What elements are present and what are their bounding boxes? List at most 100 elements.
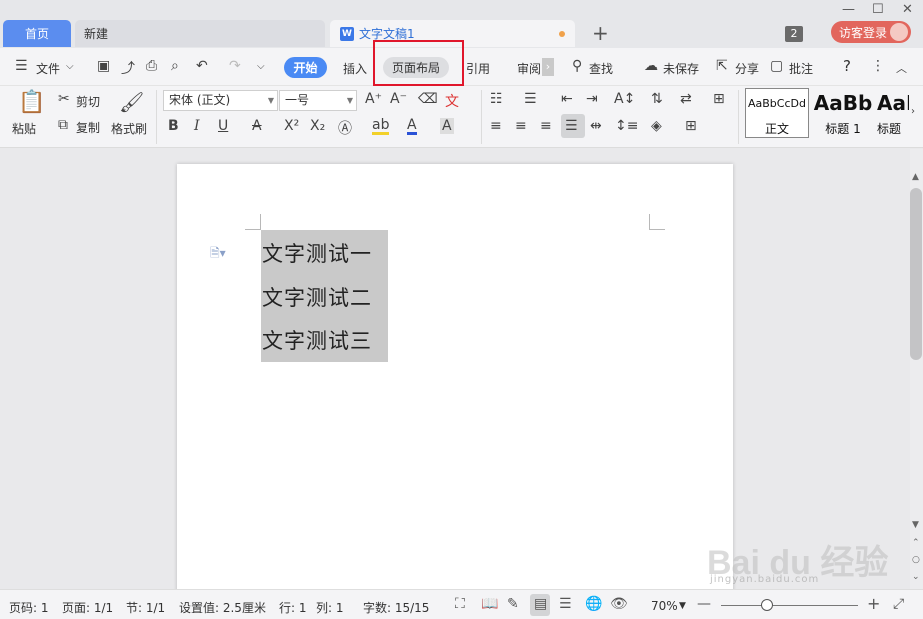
status-setting-value[interactable]: 设置值: 2.5厘米: [179, 599, 266, 616]
close-button[interactable]: ✕: [902, 2, 913, 17]
font-grow-icon[interactable]: A⁺: [365, 91, 382, 107]
menu-file[interactable]: 文件: [36, 60, 60, 77]
zoom-in-icon[interactable]: +: [867, 594, 880, 613]
sort-icon[interactable]: ⇅: [651, 91, 663, 107]
outline-view-icon[interactable]: ☰: [559, 596, 572, 612]
bullet-list-icon[interactable]: ☷: [490, 91, 503, 107]
print-preview-icon[interactable]: ⌕: [171, 58, 179, 74]
menu-scroll-right-icon[interactable]: ›: [542, 58, 554, 76]
zoom-slider-knob[interactable]: [760, 599, 773, 611]
style-normal[interactable]: AaBbCcDd 正文: [745, 88, 809, 138]
new-tab-button[interactable]: +: [592, 22, 609, 44]
increase-indent-icon[interactable]: ⇥: [586, 91, 598, 107]
prev-page-icon[interactable]: ⌃: [912, 538, 920, 548]
paragraph-shading-icon[interactable]: ◈: [651, 118, 662, 134]
read-mode-icon[interactable]: 📖: [481, 596, 498, 612]
paragraph-spacing-icon[interactable]: ⇄: [680, 91, 692, 107]
copy-button[interactable]: 复制: [76, 119, 100, 136]
show-marks-icon[interactable]: ⊞: [713, 91, 725, 107]
print-icon[interactable]: ⎙: [146, 58, 157, 74]
strikethrough-icon[interactable]: A: [252, 118, 262, 134]
window-count-badge[interactable]: 2: [785, 26, 803, 42]
cut-icon[interactable]: ✂: [58, 91, 70, 107]
paragraph-handle-icon[interactable]: 🗎▾: [210, 244, 226, 265]
line-spacing-icon[interactable]: ↕≡: [615, 118, 638, 134]
guest-login-button[interactable]: 访客登录: [831, 21, 911, 43]
tab-new[interactable]: 新建: [75, 20, 325, 47]
superscript-icon[interactable]: X²: [284, 118, 299, 134]
align-right-icon[interactable]: ≡: [540, 118, 552, 134]
find-icon[interactable]: ⚲: [572, 58, 582, 74]
text-direction-icon[interactable]: A↕: [614, 91, 635, 107]
underline-icon[interactable]: U: [218, 118, 228, 134]
page-view-icon[interactable]: ▤: [534, 596, 547, 612]
maximize-button[interactable]: ☐: [872, 2, 884, 17]
paste-button[interactable]: 粘贴: [12, 120, 36, 137]
zoom-level[interactable]: 70%: [651, 599, 678, 613]
minimize-button[interactable]: —: [842, 2, 855, 17]
scrollbar-thumb[interactable]: [910, 188, 922, 360]
tab-home[interactable]: 首页: [3, 20, 71, 47]
numbered-list-icon[interactable]: ☰: [524, 91, 537, 107]
export-icon[interactable]: ⤴: [121, 58, 135, 78]
phonetic-guide-icon[interactable]: 文: [445, 91, 459, 111]
share-icon[interactable]: ⇱: [716, 58, 728, 74]
paste-icon[interactable]: 📋: [18, 90, 45, 115]
status-pages[interactable]: 页面: 1/1: [62, 599, 113, 616]
cut-button[interactable]: 剪切: [76, 93, 100, 110]
status-row[interactable]: 行: 1: [279, 599, 307, 616]
fullscreen-icon[interactable]: ⛶: [455, 596, 465, 612]
document-line-2[interactable]: 文字测试二: [262, 282, 372, 312]
bold-icon[interactable]: B: [168, 118, 179, 134]
font-size-select[interactable]: 一号 ▼: [279, 90, 357, 111]
font-color-icon[interactable]: A: [407, 118, 417, 135]
document-line-1[interactable]: 文字测试一: [262, 238, 372, 268]
find-button[interactable]: 查找: [589, 60, 613, 77]
undo-icon[interactable]: ↶: [196, 58, 208, 74]
border-icon[interactable]: ⊞: [685, 118, 697, 134]
eye-protection-icon[interactable]: 👁: [610, 596, 628, 612]
unsaved-button[interactable]: 未保存: [663, 60, 699, 77]
subscript-icon[interactable]: X₂: [310, 118, 325, 134]
menu-insert[interactable]: 插入: [343, 60, 367, 77]
align-left-icon[interactable]: ≡: [490, 118, 502, 134]
style-gallery-scroll-icon[interactable]: ›: [911, 106, 915, 117]
font-shrink-icon[interactable]: A⁻: [390, 91, 407, 107]
status-word-count[interactable]: 字数: 15/15: [363, 599, 429, 616]
italic-icon[interactable]: I: [194, 118, 200, 134]
more-icon[interactable]: ⋮: [871, 58, 885, 74]
collapse-ribbon-icon[interactable]: ︿: [896, 60, 907, 76]
next-page-icon[interactable]: ⌄: [912, 572, 920, 582]
zoom-slider-track[interactable]: [721, 605, 858, 606]
scroll-down-icon[interactable]: ▼: [912, 520, 919, 530]
style-heading[interactable]: AaI 标题: [876, 88, 910, 138]
hamburger-icon[interactable]: ☰: [15, 58, 28, 74]
save-icon[interactable]: ▣: [97, 58, 110, 74]
comment-button[interactable]: 批注: [789, 60, 813, 77]
select-browse-object-icon[interactable]: ○: [912, 555, 920, 565]
align-justify-icon[interactable]: ☰: [565, 118, 578, 134]
scroll-up-icon[interactable]: ▲: [912, 172, 919, 182]
clear-format-icon[interactable]: ⌫: [418, 91, 438, 107]
status-column[interactable]: 列: 1: [316, 599, 344, 616]
align-center-icon[interactable]: ≡: [515, 118, 527, 134]
file-dropdown-icon[interactable]: ⌵: [66, 61, 74, 72]
decrease-indent-icon[interactable]: ⇤: [561, 91, 573, 107]
zoom-out-icon[interactable]: —: [697, 596, 711, 612]
help-button[interactable]: ?: [843, 57, 851, 75]
web-view-icon[interactable]: 🌐: [585, 596, 602, 612]
comment-icon[interactable]: ▢: [770, 58, 783, 74]
style-heading-1[interactable]: AaBb 标题 1: [811, 88, 875, 138]
menu-reference[interactable]: 引用: [466, 60, 490, 77]
format-painter-icon[interactable]: 🖌: [119, 90, 144, 114]
edit-mode-icon[interactable]: ✎: [507, 596, 519, 612]
status-section[interactable]: 节: 1/1: [126, 599, 165, 616]
menu-start[interactable]: 开始: [284, 57, 327, 78]
font-name-select[interactable]: 宋体 (正文) ▼: [163, 90, 278, 111]
fit-page-icon[interactable]: ⤢: [893, 596, 904, 612]
status-page-number[interactable]: 页码: 1: [9, 599, 49, 616]
share-button[interactable]: 分享: [735, 60, 759, 77]
document-line-3[interactable]: 文字测试三: [262, 325, 372, 355]
menu-review[interactable]: 审阅: [517, 60, 541, 77]
quick-access-dropdown-icon[interactable]: ⌵: [257, 61, 265, 72]
